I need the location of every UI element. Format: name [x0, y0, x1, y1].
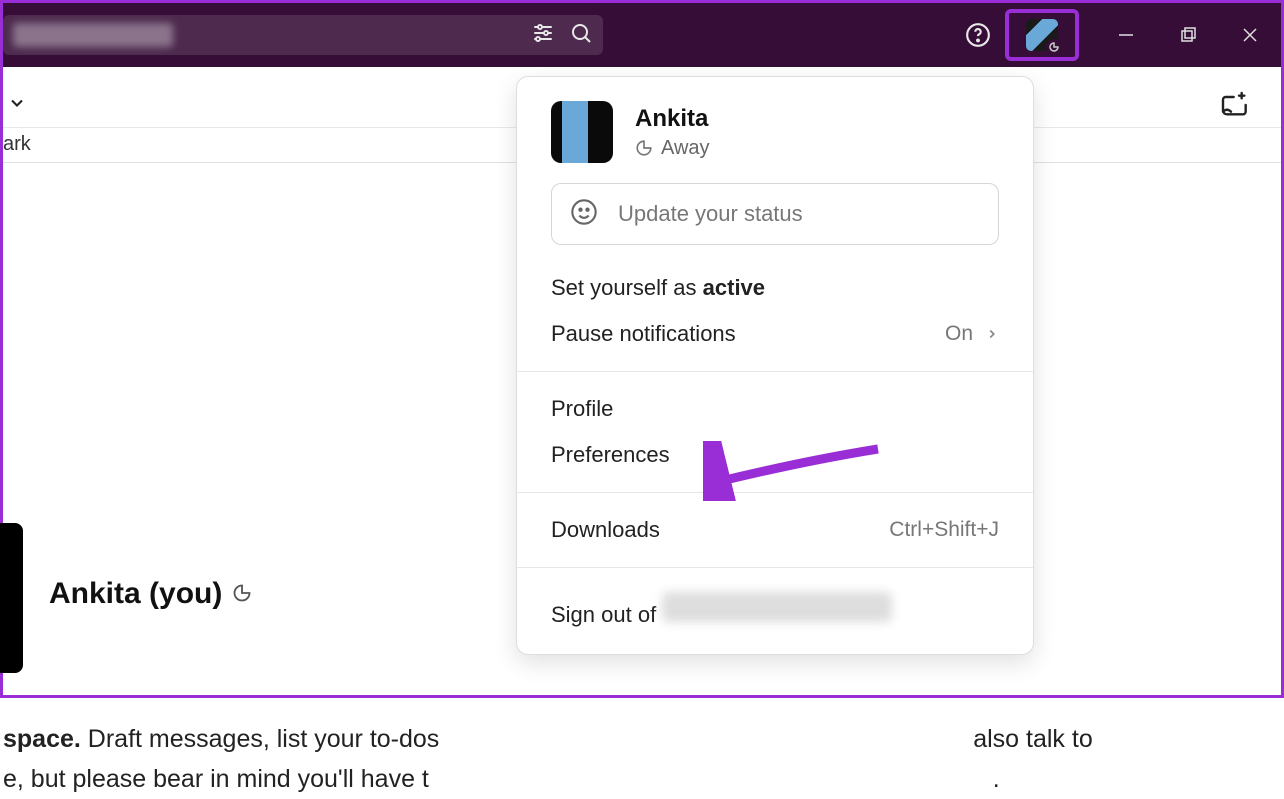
intro-bold-fragment: space.	[3, 725, 81, 753]
user-avatar-highlighted[interactable]	[1005, 9, 1079, 61]
away-icon	[232, 577, 252, 611]
dm-user-title-text: Ankita (you)	[49, 577, 222, 611]
chevron-down-icon[interactable]	[7, 93, 27, 118]
chevron-right-icon	[985, 327, 999, 341]
menu-set-active[interactable]: Set yourself as active	[517, 265, 1033, 311]
filter-icon[interactable]	[531, 21, 555, 50]
help-button[interactable]	[951, 3, 1005, 67]
menu-pause-notifications[interactable]: Pause notifications On	[517, 311, 1033, 357]
workspace-name-redacted	[662, 592, 892, 622]
menu-profile[interactable]: Profile	[517, 386, 1033, 432]
window-maximize[interactable]	[1157, 3, 1219, 67]
menu-preferences[interactable]: Preferences	[517, 432, 1033, 478]
menu-sign-out[interactable]: Sign out of	[517, 582, 1033, 654]
downloads-shortcut: Ctrl+Shift+J	[889, 518, 999, 542]
menu-profile-header: Ankita Away	[517, 101, 1033, 183]
search-bar[interactable]	[3, 15, 603, 55]
status-input[interactable]: Update your status	[551, 183, 999, 245]
menu-user-status: Away	[635, 137, 710, 160]
away-status-icon	[1046, 39, 1062, 55]
menu-downloads[interactable]: Downloads Ctrl+Shift+J	[517, 507, 1033, 553]
menu-user-name: Ankita	[635, 105, 710, 133]
user-menu: Ankita Away Update your status Set yours…	[516, 76, 1034, 655]
search-text-redacted	[13, 23, 173, 47]
smile-icon[interactable]	[570, 198, 598, 231]
window-close[interactable]	[1219, 3, 1281, 67]
search-icon[interactable]	[569, 21, 593, 50]
titlebar	[3, 3, 1281, 67]
dm-intro-text: space. Draft messages, list your to-dos …	[3, 719, 1261, 799]
menu-avatar	[551, 101, 613, 163]
dm-user-title[interactable]: Ankita (you)	[49, 577, 252, 611]
status-placeholder: Update your status	[618, 201, 803, 227]
user-avatar[interactable]	[1026, 19, 1058, 51]
compose-icon[interactable]	[1219, 89, 1251, 126]
window-minimize[interactable]	[1095, 3, 1157, 67]
dm-avatar-large	[0, 523, 23, 673]
bookmark-bar-fragment[interactable]: ark	[3, 133, 31, 161]
